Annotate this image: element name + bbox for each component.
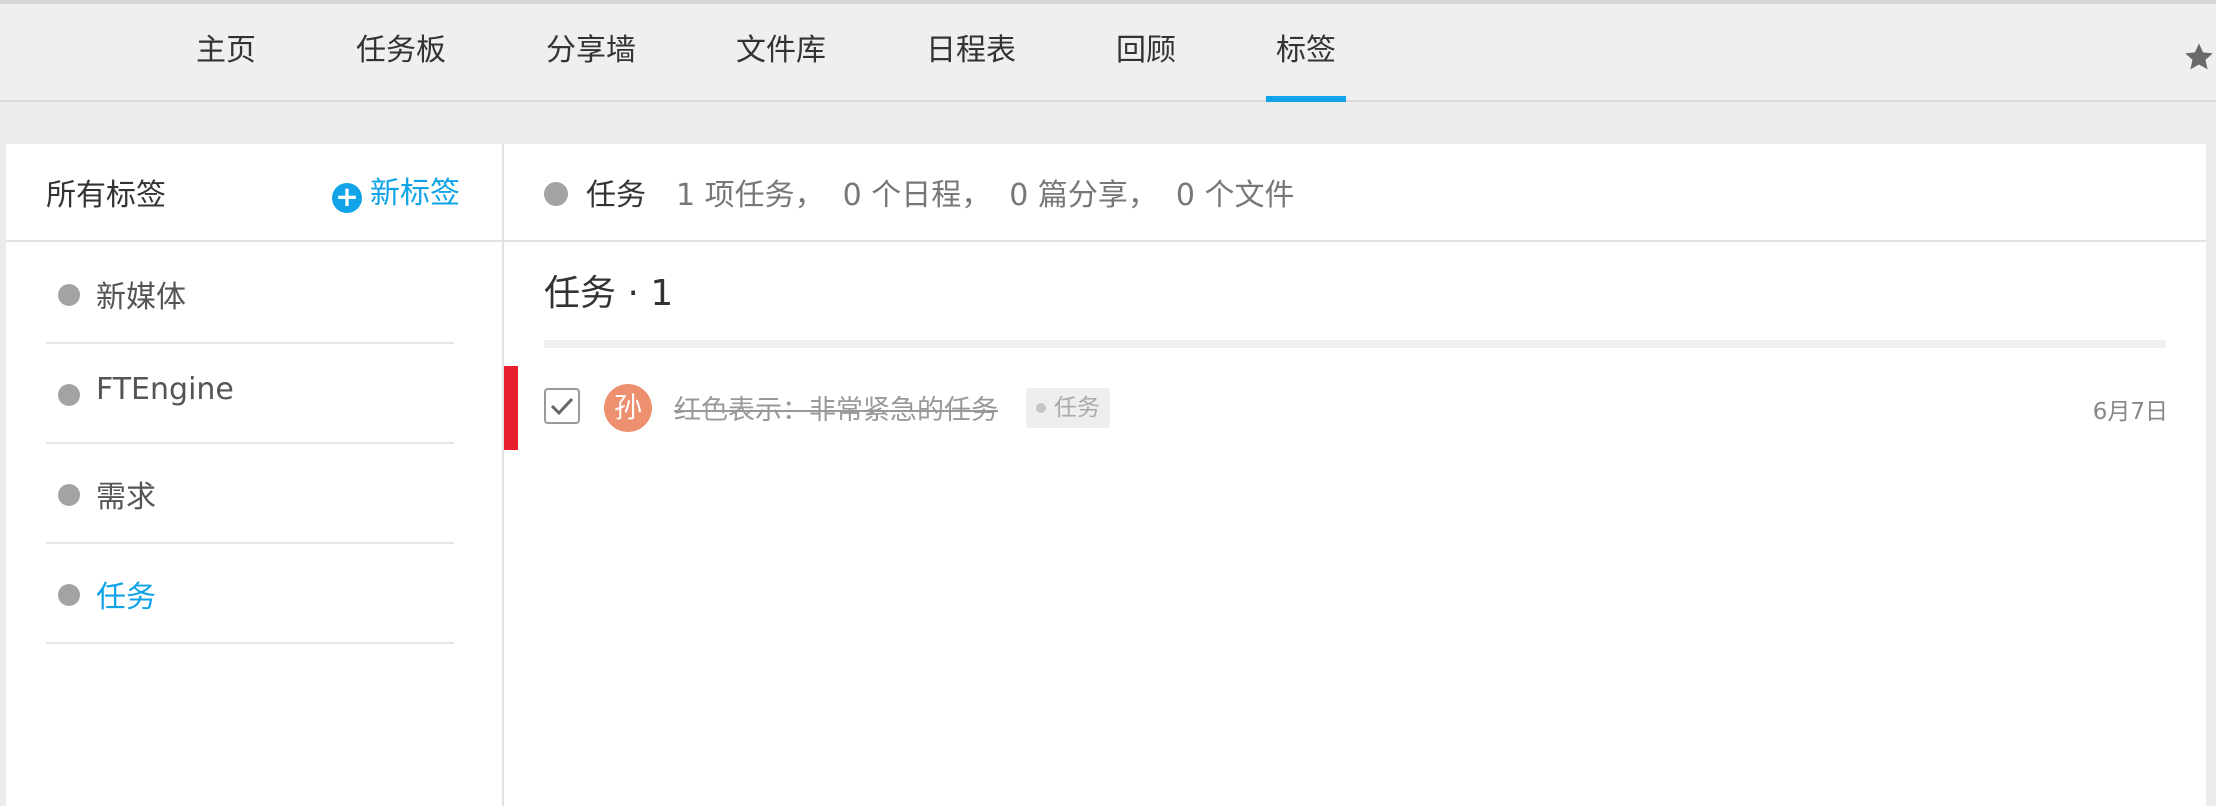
task-tag-badge[interactable]: 任务 (1026, 388, 1110, 428)
star-icon[interactable] (2182, 40, 2216, 74)
stat-tasks[interactable]: 1 项任务， (676, 178, 825, 213)
tag-label: 需求 (96, 480, 156, 515)
nav-schedule[interactable]: 日程表 (926, 4, 1016, 100)
priority-indicator (504, 366, 518, 450)
stat-schedules[interactable]: 0 个日程， (843, 178, 992, 213)
tag-color-dot (544, 182, 568, 206)
tag-detail-header: 任务 1 项任务， 0 个日程， 0 篇分享， 0 个文件 (504, 144, 2206, 242)
tag-label: FTEngine (96, 372, 234, 407)
active-tab-indicator (1266, 96, 1346, 102)
nav-home[interactable]: 主页 (196, 4, 256, 100)
tag-color-dot (58, 584, 80, 606)
nav-tags[interactable]: 标签 (1266, 4, 1346, 102)
new-tag-label: 新标签 (370, 176, 460, 211)
nav-tags-label: 标签 (1276, 33, 1336, 68)
task-due-date: 6月7日 (2092, 399, 2168, 425)
plus-icon: + (332, 183, 362, 213)
tags-sidebar: 所有标签 + 新标签 新媒体 FTEngine 需求 任务 (6, 144, 504, 806)
sidebar-title: 所有标签 (46, 178, 166, 213)
tag-detail-panel: 任务 1 项任务， 0 个日程， 0 篇分享， 0 个文件 任务 · 1 孙 红色表示… (504, 144, 2206, 806)
nav-task-board[interactable]: 任务板 (356, 4, 446, 100)
stat-files[interactable]: 0 个文件 (1176, 178, 1295, 213)
top-navigation: 主页 任务板 分享墙 文件库 日程表 回顾 标签 (0, 4, 2216, 102)
selected-tag-name: 任务 (586, 178, 646, 213)
nav-home-label: 主页 (196, 33, 256, 68)
tag-item-requirements[interactable]: 需求 (46, 444, 454, 544)
section-divider (544, 340, 2166, 348)
tag-dot-icon (1036, 403, 1046, 413)
check-icon (550, 397, 574, 416)
tag-color-dot (58, 384, 80, 406)
content-panel: 所有标签 + 新标签 新媒体 FTEngine 需求 任务 任务 1 项任务， … (6, 144, 2206, 806)
tag-stats: 1 项任务， 0 个日程， 0 篇分享， 0 个文件 (676, 170, 1313, 214)
task-tag-label: 任务 (1054, 395, 1100, 421)
nav-share-wall[interactable]: 分享墙 (546, 4, 636, 100)
nav-review[interactable]: 回顾 (1116, 4, 1176, 100)
nav-file-library-label: 文件库 (736, 33, 826, 68)
tag-list: 新媒体 FTEngine 需求 任务 (46, 244, 454, 644)
section-title: 任务 · 1 (544, 273, 674, 314)
avatar[interactable]: 孙 (604, 384, 652, 432)
tag-label: 任务 (96, 580, 156, 615)
nav-review-label: 回顾 (1116, 33, 1176, 68)
task-row[interactable]: 孙 红色表示：非常紧急的任务 任务 6月7日 (504, 366, 2206, 450)
tag-item-ftengine[interactable]: FTEngine (46, 344, 454, 444)
tag-color-dot (58, 484, 80, 506)
task-title[interactable]: 红色表示：非常紧急的任务 (674, 388, 998, 427)
tag-label: 新媒体 (96, 280, 186, 315)
nav-task-board-label: 任务板 (356, 33, 446, 68)
nav-share-wall-label: 分享墙 (546, 33, 636, 68)
new-tag-button[interactable]: + 新标签 (332, 168, 460, 213)
task-checkbox[interactable] (544, 388, 580, 424)
tag-item-new-media[interactable]: 新媒体 (46, 244, 454, 344)
stat-shares[interactable]: 0 篇分享， (1009, 178, 1158, 213)
nav-schedule-label: 日程表 (926, 33, 1016, 68)
sidebar-header: 所有标签 + 新标签 (6, 144, 502, 242)
nav-file-library[interactable]: 文件库 (736, 4, 826, 100)
tag-item-tasks[interactable]: 任务 (46, 544, 454, 644)
tag-color-dot (58, 284, 80, 306)
